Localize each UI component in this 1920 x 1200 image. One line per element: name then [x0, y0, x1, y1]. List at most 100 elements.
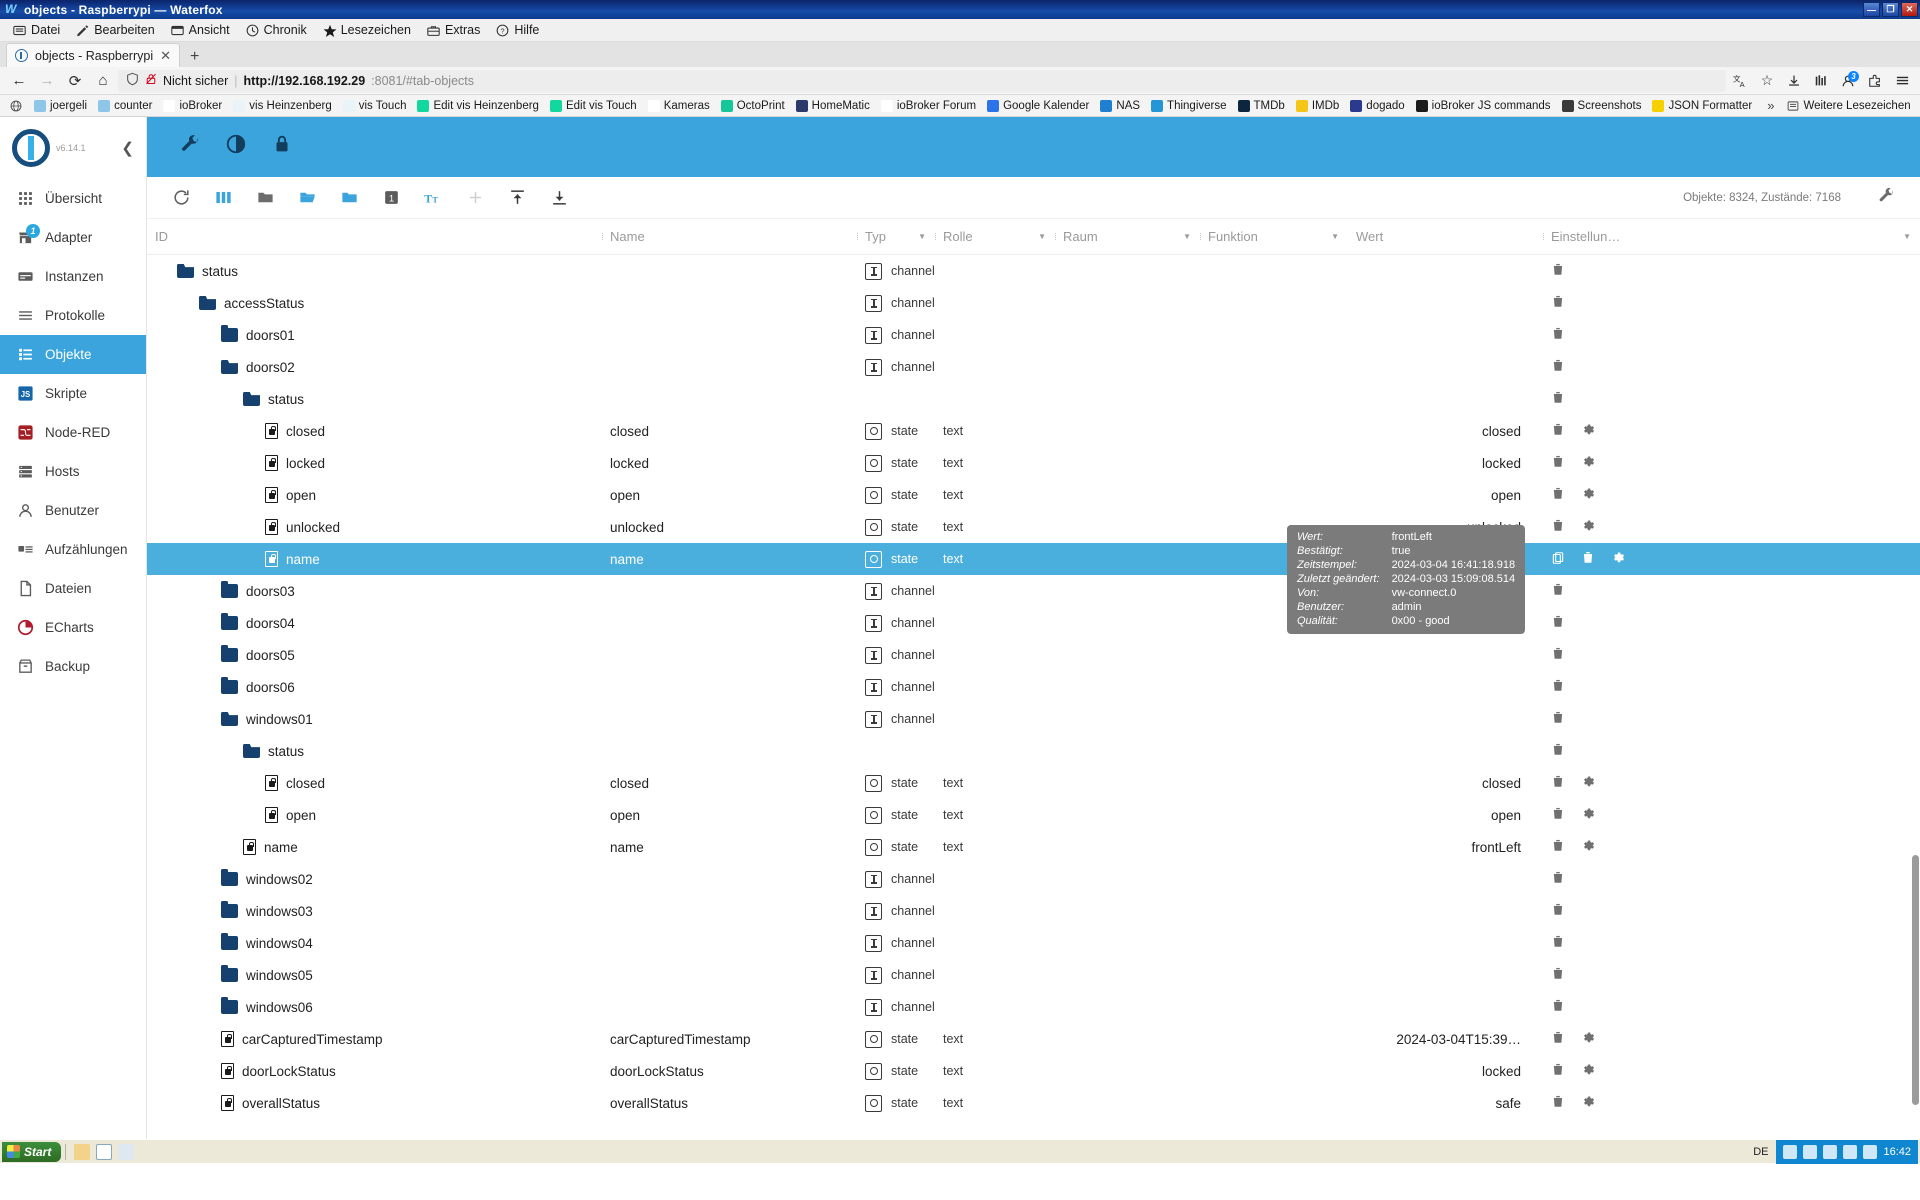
chevron-down-icon[interactable]: ▼ [1331, 232, 1339, 241]
bookmark-item[interactable]: Kameras [643, 99, 715, 113]
start-button[interactable]: Start [2, 1141, 62, 1162]
menu-chronik[interactable]: Chronik [239, 21, 314, 39]
cell-id[interactable]: doors03 [147, 575, 602, 607]
bookmark-item[interactable]: OctoPrint [716, 99, 790, 113]
close-button[interactable]: ✕ [1901, 2, 1918, 17]
bookmark-item[interactable]: vis Heinzenberg [228, 99, 336, 113]
table-row[interactable]: doors02 channel [147, 351, 1920, 383]
minimize-button[interactable]: — [1863, 2, 1880, 17]
table-row[interactable]: closed closed state text closed [147, 415, 1920, 447]
table-row[interactable]: windows02 channel [147, 863, 1920, 895]
column-header-typ[interactable]: Typ ▼ [857, 229, 935, 244]
delete-icon[interactable] [1551, 1030, 1565, 1049]
table-row[interactable]: doorLockStatus doorLockStatus state text loc… [147, 1055, 1920, 1087]
refresh-icon[interactable] [171, 188, 191, 208]
bookmark-item[interactable]: vis Touch [338, 99, 412, 113]
cell-wert[interactable] [1348, 703, 1543, 735]
menu-lesezeichen[interactable]: Lesezeichen [316, 21, 418, 39]
table-row[interactable]: closed closed state text closed [147, 767, 1920, 799]
delete-icon[interactable] [1551, 1094, 1565, 1113]
usb-icon[interactable] [1863, 1144, 1878, 1159]
cell-wert[interactable] [1348, 927, 1543, 959]
table-row[interactable]: overallStatus overallStatus state text safe [147, 1087, 1920, 1119]
import-icon[interactable] [507, 188, 527, 208]
delete-icon[interactable] [1551, 742, 1565, 761]
delete-icon[interactable] [1551, 422, 1565, 441]
text-size-icon[interactable]: TT [423, 188, 443, 208]
cell-wert[interactable] [1348, 287, 1543, 319]
bookmark-item[interactable]: JSON Formatter [1647, 99, 1757, 113]
table-row[interactable]: doors03 channel [147, 575, 1920, 607]
table-row[interactable]: windows01 channel [147, 703, 1920, 735]
gear-icon[interactable] [1581, 486, 1595, 504]
cell-id[interactable]: doors02 [147, 351, 602, 383]
shield-icon[interactable] [126, 72, 139, 89]
column-header-id[interactable]: ID [147, 229, 602, 244]
bookmark-item[interactable]: ioBroker [158, 99, 227, 113]
new-tab-button[interactable]: + [180, 47, 209, 67]
sidebar-item--bersicht[interactable]: Übersicht [0, 179, 146, 218]
cell-wert[interactable] [1348, 319, 1543, 351]
delete-icon[interactable] [1551, 1062, 1565, 1081]
chevron-down-icon[interactable]: ▼ [1183, 232, 1191, 241]
updates-icon[interactable] [1843, 1144, 1858, 1159]
delete-icon[interactable] [1551, 934, 1565, 953]
cell-wert[interactable]: frontLeft [1348, 831, 1543, 863]
table-row[interactable]: locked locked state text locked [147, 447, 1920, 479]
cell-wert[interactable] [1348, 895, 1543, 927]
column-header-name[interactable]: Name [602, 229, 857, 244]
cell-id[interactable]: windows04 [147, 927, 602, 959]
folder-filled-icon[interactable] [339, 188, 359, 208]
cell-wert[interactable] [1348, 351, 1543, 383]
shield-icon[interactable] [1823, 1144, 1838, 1159]
bookmark-item[interactable]: joergeli [29, 99, 92, 113]
delete-icon[interactable] [1551, 518, 1565, 537]
vertical-scrollbar[interactable] [1912, 855, 1919, 1105]
cell-wert[interactable]: open [1348, 479, 1543, 511]
back-button[interactable]: ← [6, 69, 32, 93]
cell-id[interactable]: windows03 [147, 895, 602, 927]
gear-icon[interactable] [1581, 1062, 1595, 1080]
bookmark-item[interactable]: Thingiverse [1146, 99, 1231, 113]
cell-id[interactable]: status [147, 255, 602, 287]
sidebar-item-hosts[interactable]: Hosts [0, 452, 146, 491]
cell-id[interactable]: windows06 [147, 991, 602, 1023]
add-icon[interactable] [465, 188, 485, 208]
cell-wert[interactable] [1348, 255, 1543, 287]
delete-icon[interactable] [1551, 262, 1565, 281]
cell-wert[interactable] [1348, 671, 1543, 703]
table-row[interactable]: doors01 channel [147, 319, 1920, 351]
table-row[interactable]: name name state text frontLeft [147, 831, 1920, 863]
cell-wert[interactable] [1348, 959, 1543, 991]
sidebar-item-dateien[interactable]: Dateien [0, 569, 146, 608]
cell-id[interactable]: locked [147, 447, 602, 479]
cell-id[interactable]: unlocked [147, 511, 602, 543]
menu-ansicht[interactable]: Ansicht [164, 21, 237, 39]
cell-id[interactable]: windows01 [147, 703, 602, 735]
column-header-funktion[interactable]: Funktion ▼ [1200, 229, 1348, 244]
table-row[interactable]: accessStatus channel [147, 287, 1920, 319]
sidebar-item-node-red[interactable]: Node-RED [0, 413, 146, 452]
translate-icon[interactable]: 文A [1728, 70, 1752, 92]
bookmark-star-icon[interactable]: ☆ [1755, 70, 1779, 92]
delete-icon[interactable] [1581, 550, 1595, 569]
sidebar-item-objekte[interactable]: Objekte [0, 335, 146, 374]
menu-extras[interactable]: Extras [420, 21, 487, 39]
cell-wert[interactable]: 2024-03-04T15:39… [1348, 1023, 1543, 1055]
gear-icon[interactable] [1581, 774, 1595, 792]
cell-id[interactable]: doors04 [147, 607, 602, 639]
delete-icon[interactable] [1551, 294, 1565, 313]
bookmark-item[interactable]: Edit vis Touch [545, 99, 642, 113]
delete-icon[interactable] [1551, 614, 1565, 633]
hamburger-menu-icon[interactable] [1890, 70, 1914, 92]
maximize-button[interactable]: ❐ [1882, 2, 1899, 17]
bookmark-item[interactable]: dogado [1345, 99, 1409, 113]
table-row[interactable]: windows06 channel [147, 991, 1920, 1023]
cell-id[interactable]: name [147, 543, 602, 575]
bookmark-item[interactable]: Edit vis Heinzenberg [412, 99, 543, 113]
column-header-raum[interactable]: Raum ▼ [1055, 229, 1200, 244]
paint-icon[interactable] [118, 1143, 135, 1160]
cell-id[interactable]: doorLockStatus [147, 1055, 602, 1087]
cell-id[interactable]: windows05 [147, 959, 602, 991]
menu-datei[interactable]: Datei [6, 21, 67, 39]
